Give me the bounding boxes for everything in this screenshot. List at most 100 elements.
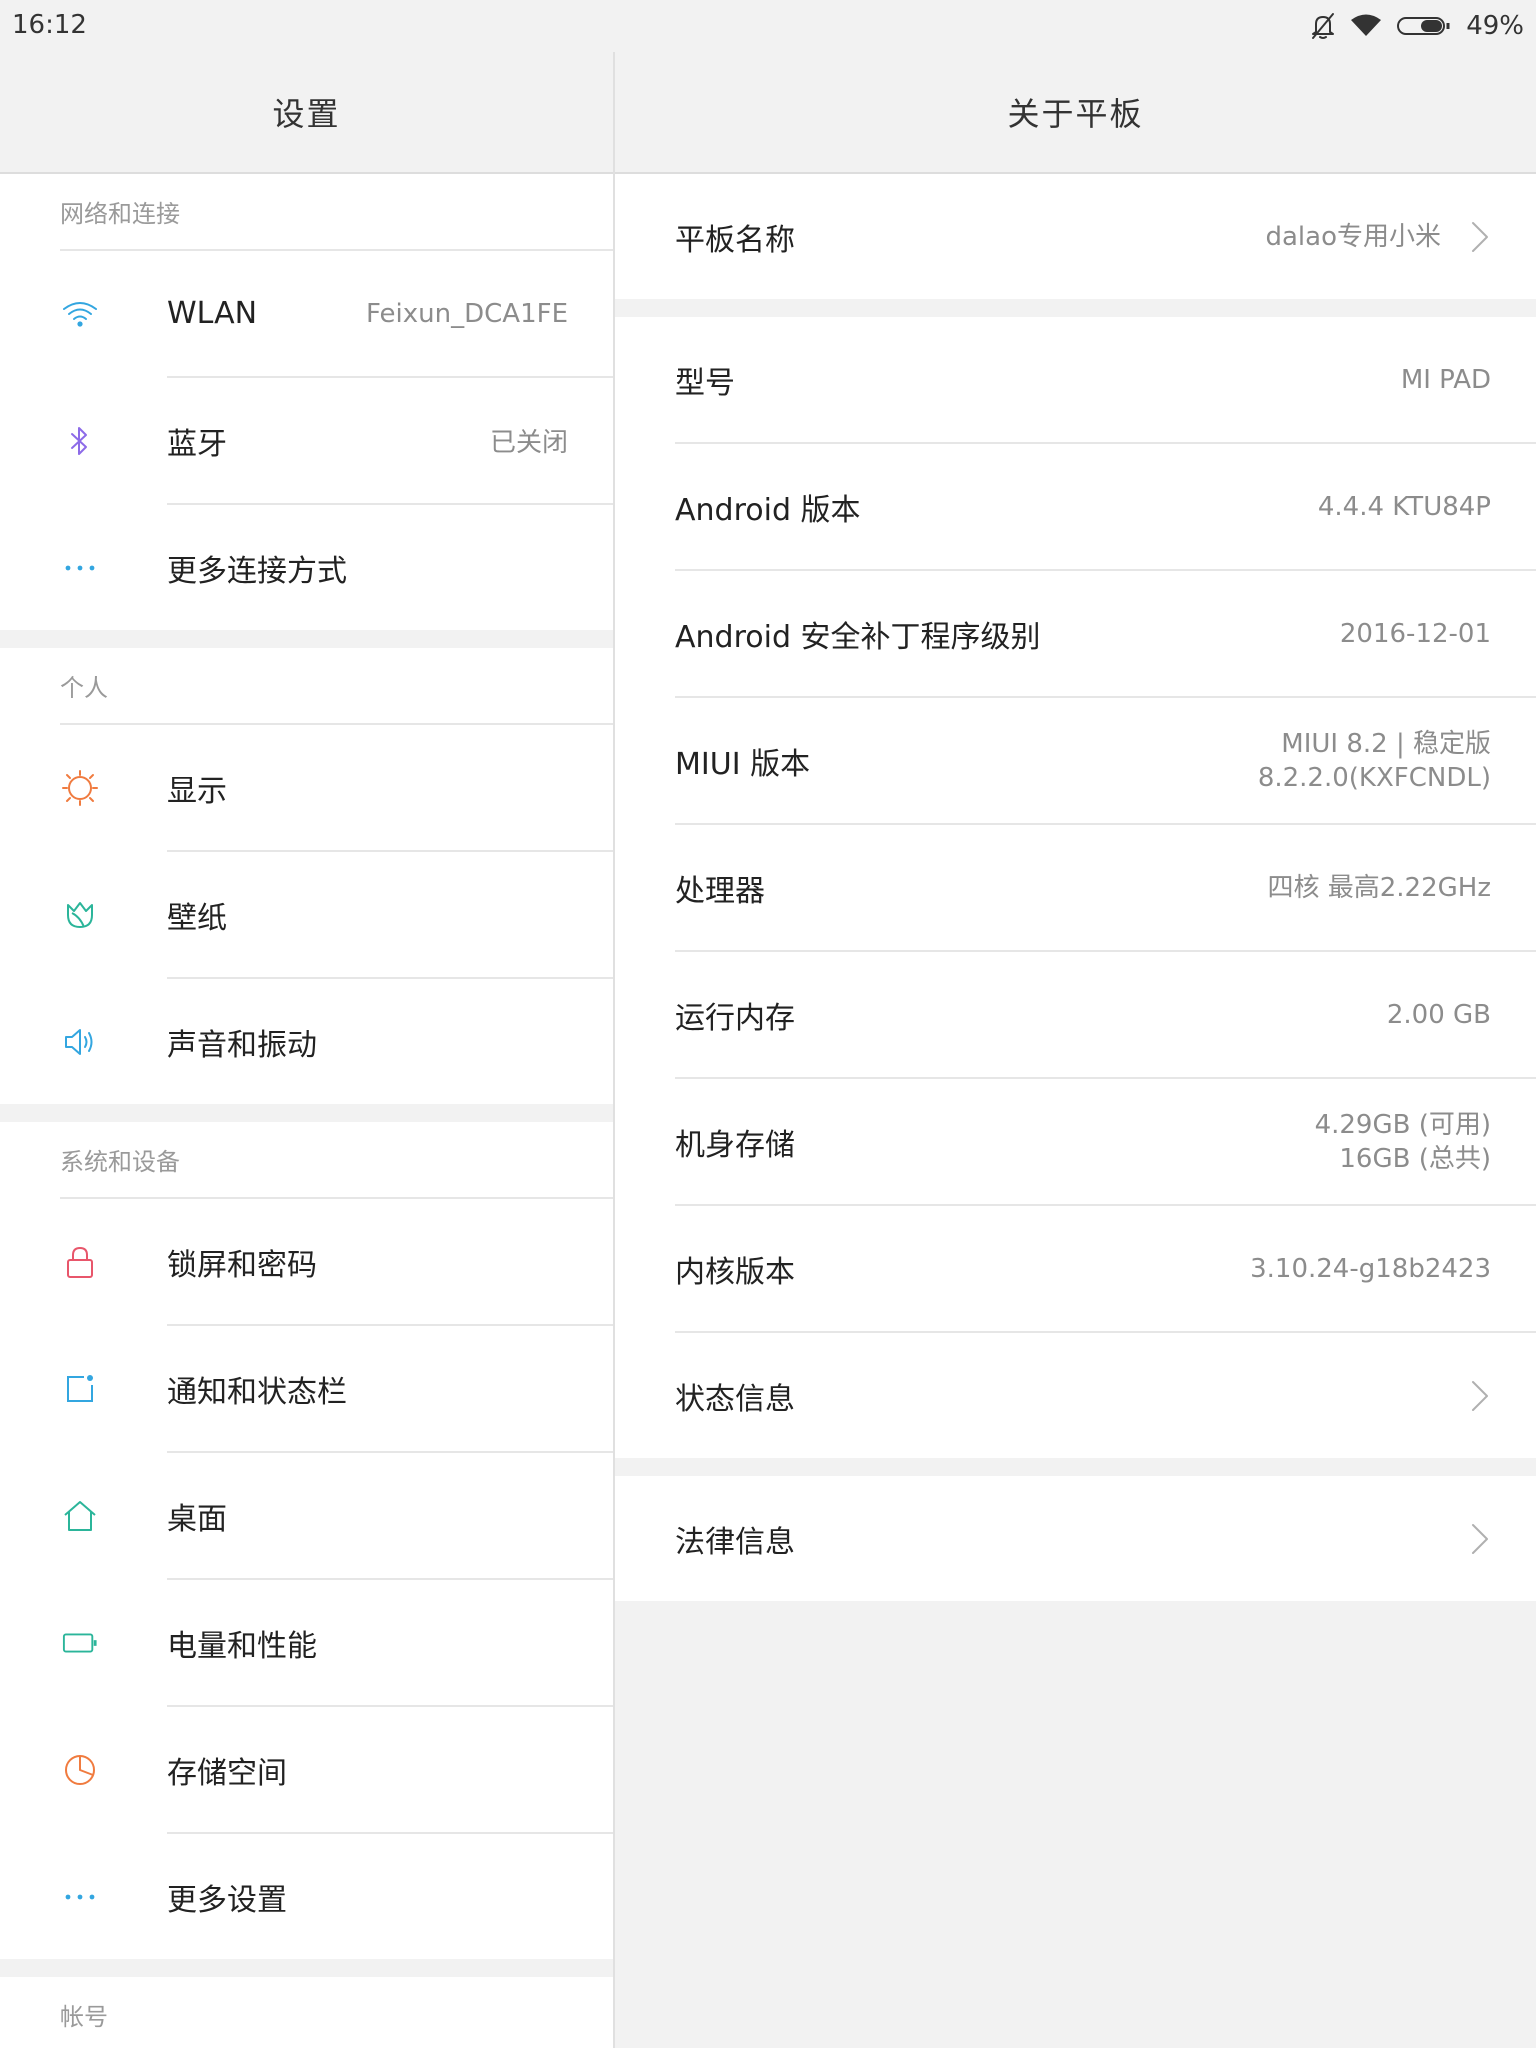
settings-title: 设置 — [272, 95, 341, 133]
about-title: 关于平板 — [1007, 95, 1144, 133]
wlan-label: WLAN — [167, 296, 258, 331]
about-list[interactable]: 平板名称 dalao专用小米 型号 MI PAD Android 版本 4.4.… — [615, 174, 1536, 1619]
storage-total: 16GB (总共) — [1339, 1143, 1491, 1174]
ram-label: 运行内存 — [675, 1000, 795, 1036]
settings-item-bluetooth[interactable]: 蓝牙 已关闭 — [0, 378, 613, 503]
speaker-icon — [62, 1024, 98, 1060]
bluetooth-label: 蓝牙 — [167, 426, 227, 462]
legal-info-label: 法律信息 — [675, 1524, 795, 1560]
chevron-right-icon — [1472, 1523, 1488, 1554]
info-row-security-patch: Android 安全补丁程序级别 2016-12-01 — [615, 571, 1536, 696]
miui-version-line2: 8.2.2.0(KXFCNDL) — [1257, 762, 1491, 793]
storage-available: 4.29GB (可用) — [1314, 1109, 1491, 1140]
mute-bell-icon — [1312, 13, 1335, 39]
settings-item-display[interactable]: 显示 — [0, 725, 613, 850]
notifications-label: 通知和状态栏 — [167, 1374, 347, 1410]
status-time: 16:12 — [12, 10, 87, 40]
section-header-system: 系统和设备 — [60, 1148, 180, 1176]
processor-label: 处理器 — [675, 873, 765, 909]
chevron-right-icon — [1472, 221, 1488, 252]
battery-label: 电量和性能 — [167, 1628, 317, 1664]
section-header-account: 帐号 — [60, 2003, 108, 2031]
storage-info-value: 4.29GB (可用) 16GB (总共) — [1315, 1108, 1491, 1176]
settings-item-sound[interactable]: 声音和振动 — [0, 979, 613, 1104]
settings-item-notifications[interactable]: 通知和状态栏 — [0, 1326, 613, 1451]
ram-value: 2.00 GB — [1386, 999, 1491, 1030]
bluetooth-icon — [62, 423, 98, 459]
settings-item-wallpaper[interactable]: 壁纸 — [0, 852, 613, 977]
lockscreen-label: 锁屏和密码 — [167, 1247, 317, 1283]
security-patch-value: 2016-12-01 — [1339, 618, 1491, 649]
section-device-info: 型号 MI PAD Android 版本 4.4.4 KTU84P Androi… — [615, 317, 1536, 1458]
storage-label: 存储空间 — [167, 1755, 287, 1791]
settings-item-storage[interactable]: 存储空间 — [0, 1707, 613, 1832]
info-row-android-version[interactable]: Android 版本 4.4.4 KTU84P — [615, 444, 1536, 569]
device-name-label: 平板名称 — [675, 222, 795, 258]
processor-value: 四核 最高2.22GHz — [1267, 872, 1491, 903]
settings-item-more-connections[interactable]: 更多连接方式 — [0, 505, 613, 630]
settings-item-wlan[interactable]: WLAN Feixun_DCA1FE — [0, 251, 613, 376]
info-row-miui-version[interactable]: MIUI 版本 MIUI 8.2 | 稳定版 8.2.2.0(KXFCNDL) — [615, 698, 1536, 823]
more-dots-icon — [62, 1879, 98, 1915]
about-header: 关于平板 — [615, 52, 1536, 174]
miui-version-value: MIUI 8.2 | 稳定版 8.2.2.0(KXFCNDL) — [1258, 727, 1491, 795]
battery-percent: 49% — [1466, 11, 1524, 41]
pie-chart-icon — [62, 1752, 98, 1788]
settings-item-desktop[interactable]: 桌面 — [0, 1453, 613, 1578]
status-info-label: 状态信息 — [675, 1381, 795, 1417]
battery-icon — [62, 1625, 98, 1661]
more-connections-label: 更多连接方式 — [167, 553, 347, 589]
section-system: 系统和设备 锁屏和密码 通知和状态栏 桌面 电量和性能 存储空间 更多设置 — [0, 1122, 613, 1959]
tulip-icon — [62, 897, 98, 933]
kernel-label: 内核版本 — [675, 1254, 795, 1290]
miui-version-label: MIUI 版本 — [675, 746, 811, 782]
info-row-ram: 运行内存 2.00 GB — [615, 952, 1536, 1077]
section-header-personal: 个人 — [60, 674, 108, 702]
section-network: 网络和连接 WLAN Feixun_DCA1FE 蓝牙 已关闭 更多连接方式 — [0, 174, 613, 630]
settings-item-battery[interactable]: 电量和性能 — [0, 1580, 613, 1705]
android-version-label: Android 版本 — [675, 492, 861, 528]
home-icon — [62, 1498, 98, 1534]
section-personal: 个人 显示 壁纸 声音和振动 — [0, 648, 613, 1104]
wallpaper-label: 壁纸 — [167, 900, 227, 936]
sound-label: 声音和振动 — [167, 1027, 317, 1063]
storage-info-label: 机身存储 — [675, 1127, 795, 1163]
settings-item-more-settings[interactable]: 更多设置 — [0, 1834, 613, 1959]
about-tablet-pane: 关于平板 平板名称 dalao专用小米 型号 MI PAD Android 版本… — [615, 0, 1536, 2048]
section-device-name: 平板名称 dalao专用小米 — [615, 174, 1536, 299]
sun-icon — [62, 769, 98, 806]
chevron-right-icon — [1472, 1380, 1488, 1411]
section-account: 帐号 — [0, 1977, 613, 2048]
desktop-label: 桌面 — [167, 1501, 227, 1537]
wlan-value: Feixun_DCA1FE — [366, 298, 568, 329]
status-bar: 16:12 49% — [0, 0, 1536, 52]
security-patch-label: Android 安全补丁程序级别 — [675, 619, 1041, 655]
display-label: 显示 — [167, 773, 227, 809]
settings-item-lockscreen[interactable]: 锁屏和密码 — [0, 1199, 613, 1324]
miui-version-line1: MIUI 8.2 | 稳定版 — [1281, 728, 1491, 759]
settings-header: 设置 — [0, 52, 613, 174]
info-row-storage: 机身存储 4.29GB (可用) 16GB (总共) — [615, 1079, 1536, 1204]
info-row-kernel: 内核版本 3.10.24-g18b2423 — [615, 1206, 1536, 1331]
section-legal: 法律信息 — [615, 1476, 1536, 1601]
legal-info-row[interactable]: 法律信息 — [615, 1476, 1536, 1601]
device-name-value: dalao专用小米 — [1265, 221, 1441, 252]
kernel-value: 3.10.24-g18b2423 — [1250, 1253, 1491, 1284]
lock-icon — [62, 1244, 98, 1280]
model-label: 型号 — [675, 365, 735, 401]
notification-icon — [62, 1371, 98, 1407]
wifi-icon — [62, 296, 98, 332]
device-name-row[interactable]: 平板名称 dalao专用小米 — [615, 174, 1536, 299]
more-settings-label: 更多设置 — [167, 1882, 287, 1918]
status-info-row[interactable]: 状态信息 — [615, 1333, 1536, 1458]
status-icons: 49% — [1310, 8, 1524, 44]
info-row-processor: 处理器 四核 最高2.22GHz — [615, 825, 1536, 950]
wifi-icon — [1351, 14, 1382, 36]
more-dots-icon — [62, 550, 98, 586]
bluetooth-value: 已关闭 — [489, 428, 568, 458]
model-value: MI PAD — [1400, 364, 1491, 395]
info-row-model: 型号 MI PAD — [615, 317, 1536, 442]
battery-icon — [1397, 17, 1450, 35]
settings-pane: 设置 网络和连接 WLAN Feixun_DCA1FE 蓝牙 已关闭 更多连接方… — [0, 0, 615, 2048]
settings-list[interactable]: 网络和连接 WLAN Feixun_DCA1FE 蓝牙 已关闭 更多连接方式 个… — [0, 174, 613, 2048]
